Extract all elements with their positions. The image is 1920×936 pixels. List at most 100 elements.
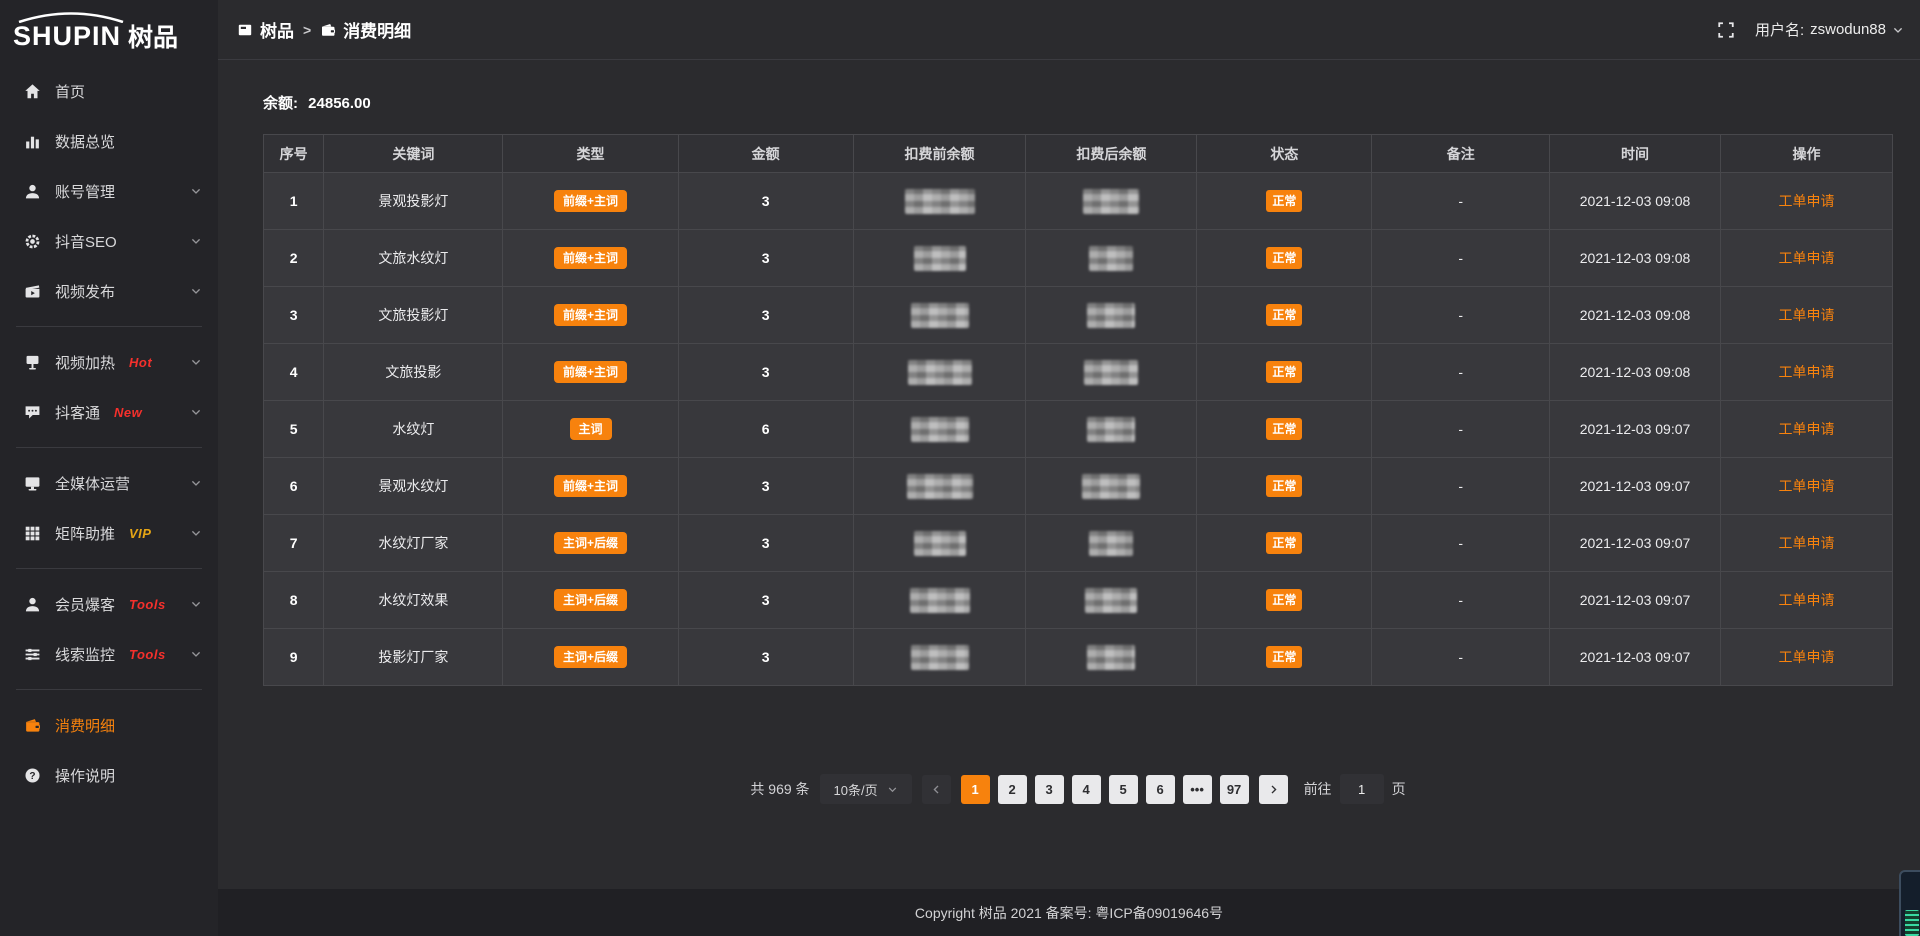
type-badge: 前缀+主词 xyxy=(554,475,627,497)
page-size-select[interactable]: 10条/页 xyxy=(820,774,912,804)
page-button-4[interactable]: 4 xyxy=(1072,775,1101,804)
table-row: 2文旅水纹灯前缀+主词3正常-2021-12-03 09:08工单申请 xyxy=(264,230,1893,287)
page-button-1[interactable]: 1 xyxy=(961,775,990,804)
ticket-apply-link[interactable]: 工单申请 xyxy=(1779,193,1835,209)
sidebar-item-help[interactable]: ?操作说明 xyxy=(0,750,218,800)
cell-balance-before xyxy=(853,344,1026,401)
cell-time: 2021-12-03 09:08 xyxy=(1550,173,1721,230)
cell-remark: - xyxy=(1372,458,1550,515)
chevron-left-icon xyxy=(931,784,942,795)
brand-logo[interactable]: SHUPIN 树品 xyxy=(0,0,218,62)
sidebar-item-account-mgmt[interactable]: 账号管理 xyxy=(0,166,218,216)
table-row: 8水纹灯效果主词+后缀3正常-2021-12-03 09:07工单申请 xyxy=(264,572,1893,629)
cell-amount: 3 xyxy=(678,458,853,515)
breadcrumb-root[interactable]: 树品 xyxy=(237,17,294,42)
column-header: 时间 xyxy=(1550,135,1721,173)
cell-balance-after xyxy=(1026,515,1197,572)
status-badge: 正常 xyxy=(1266,532,1302,554)
main-column: 树品 > 消费明细 用户名: zswodun88 余额: 24 xyxy=(218,0,1920,936)
bar-chart-icon xyxy=(24,133,41,150)
table-row: 6景观水纹灯前缀+主词3正常-2021-12-03 09:07工单申请 xyxy=(264,458,1893,515)
ticket-apply-link[interactable]: 工单申请 xyxy=(1779,592,1835,608)
ticket-apply-link[interactable]: 工单申请 xyxy=(1779,535,1835,551)
cell-index: 4 xyxy=(264,344,324,401)
user-area: 用户名: zswodun88 xyxy=(1717,19,1904,40)
goto-page-input[interactable] xyxy=(1340,774,1384,804)
sidebar-item-video-heat[interactable]: 视频加热Hot xyxy=(0,337,218,387)
cell-remark: - xyxy=(1372,230,1550,287)
page-buttons: 123456 ••• 97 xyxy=(961,775,1249,804)
cell-balance-after xyxy=(1026,230,1197,287)
censored-value xyxy=(908,360,972,385)
cell-action: 工单申请 xyxy=(1721,515,1893,572)
ticket-apply-link[interactable]: 工单申请 xyxy=(1779,307,1835,323)
logo-arc xyxy=(15,12,127,23)
sidebar-item-clue-monitor[interactable]: 线索监控Tools xyxy=(0,629,218,679)
cell-remark: - xyxy=(1372,515,1550,572)
cell-action: 工单申请 xyxy=(1721,401,1893,458)
goto-suffix: 页 xyxy=(1392,779,1406,799)
type-badge: 前缀+主词 xyxy=(554,304,627,326)
cell-type: 前缀+主词 xyxy=(503,458,678,515)
cell-balance-before xyxy=(853,515,1026,572)
column-header: 类型 xyxy=(503,135,678,173)
censored-value xyxy=(1083,189,1139,214)
cell-keyword: 水纹灯 xyxy=(324,401,503,458)
page-button-97[interactable]: 97 xyxy=(1220,775,1249,804)
ticket-apply-link[interactable]: 工单申请 xyxy=(1779,478,1835,494)
sidebar-item-video-publish[interactable]: 视频发布 xyxy=(0,266,218,316)
censored-value xyxy=(1089,246,1133,271)
status-badge: 正常 xyxy=(1266,247,1302,269)
fullscreen-icon[interactable] xyxy=(1717,21,1735,39)
page-button-2[interactable]: 2 xyxy=(998,775,1027,804)
cell-balance-before xyxy=(853,401,1026,458)
cell-status: 正常 xyxy=(1197,572,1372,629)
cell-index: 3 xyxy=(264,287,324,344)
cell-keyword: 水纹灯效果 xyxy=(324,572,503,629)
footer: Copyright 树品 2021 备案号: 粤ICP备09019646号 xyxy=(218,889,1920,936)
sidebar-item-matrix-boost[interactable]: 矩阵助推VIP xyxy=(0,508,218,558)
ticket-apply-link[interactable]: 工单申请 xyxy=(1779,364,1835,380)
chevron-down-icon xyxy=(190,285,202,297)
page-button-3[interactable]: 3 xyxy=(1035,775,1064,804)
table-row: 5水纹灯主词6正常-2021-12-03 09:07工单申请 xyxy=(264,401,1893,458)
sidebar-item-consume-detail[interactable]: 消费明细 xyxy=(0,700,218,750)
monitor-icon xyxy=(24,475,41,492)
censored-value xyxy=(914,246,966,271)
sidebar-item-label: 线索监控 xyxy=(55,644,115,665)
cell-balance-before xyxy=(853,287,1026,344)
cell-status: 正常 xyxy=(1197,458,1372,515)
ticket-apply-link[interactable]: 工单申请 xyxy=(1779,649,1835,665)
corner-widget[interactable] xyxy=(1899,870,1920,936)
cell-keyword: 景观水纹灯 xyxy=(324,458,503,515)
status-badge: 正常 xyxy=(1266,361,1302,383)
sidebar-item-home[interactable]: 首页 xyxy=(0,66,218,116)
page-button-6[interactable]: 6 xyxy=(1146,775,1175,804)
sidebar-item-member-burst[interactable]: 会员爆客Tools xyxy=(0,579,218,629)
next-page-button[interactable] xyxy=(1259,775,1288,804)
prev-page-button[interactable] xyxy=(922,775,951,804)
censored-value xyxy=(1087,645,1135,670)
chevron-down-icon xyxy=(190,527,202,539)
sidebar-item-data-overview[interactable]: 数据总览 xyxy=(0,116,218,166)
chevron-right-icon xyxy=(1268,784,1279,795)
page-button-5[interactable]: 5 xyxy=(1109,775,1138,804)
sidebar-item-label: 抖音SEO xyxy=(55,231,117,252)
cell-balance-before xyxy=(853,230,1026,287)
pagination: 共 969 条 10条/页 123456•••97 前往 页 xyxy=(263,774,1893,804)
sidebar-nav: 首页数据总览账号管理抖音SEO 视频发布视频加热Hot抖客通New 全媒体运营矩阵助… xyxy=(0,62,218,800)
sidebar-item-douyin-seo[interactable]: 抖音SEO xyxy=(0,216,218,266)
cell-balance-before xyxy=(853,572,1026,629)
ticket-apply-link[interactable]: 工单申请 xyxy=(1779,250,1835,266)
ticket-apply-link[interactable]: 工单申请 xyxy=(1779,421,1835,437)
sidebar-item-media-ops[interactable]: 全媒体运营 xyxy=(0,458,218,508)
cell-index: 8 xyxy=(264,572,324,629)
user-dropdown[interactable]: 用户名: zswodun88 xyxy=(1755,19,1904,40)
sidebar-item-badge: Tools xyxy=(129,597,166,612)
status-badge: 正常 xyxy=(1266,589,1302,611)
page-ellipsis-button[interactable]: ••• xyxy=(1183,775,1212,804)
sidebar: SHUPIN 树品 首页数据总览账号管理抖音SEO 视频发布视频加热Hot抖客通N… xyxy=(0,0,218,936)
chevron-down-icon xyxy=(190,356,202,368)
pagination-total: 共 969 条 xyxy=(750,779,809,799)
sidebar-item-douketong[interactable]: 抖客通New xyxy=(0,387,218,437)
